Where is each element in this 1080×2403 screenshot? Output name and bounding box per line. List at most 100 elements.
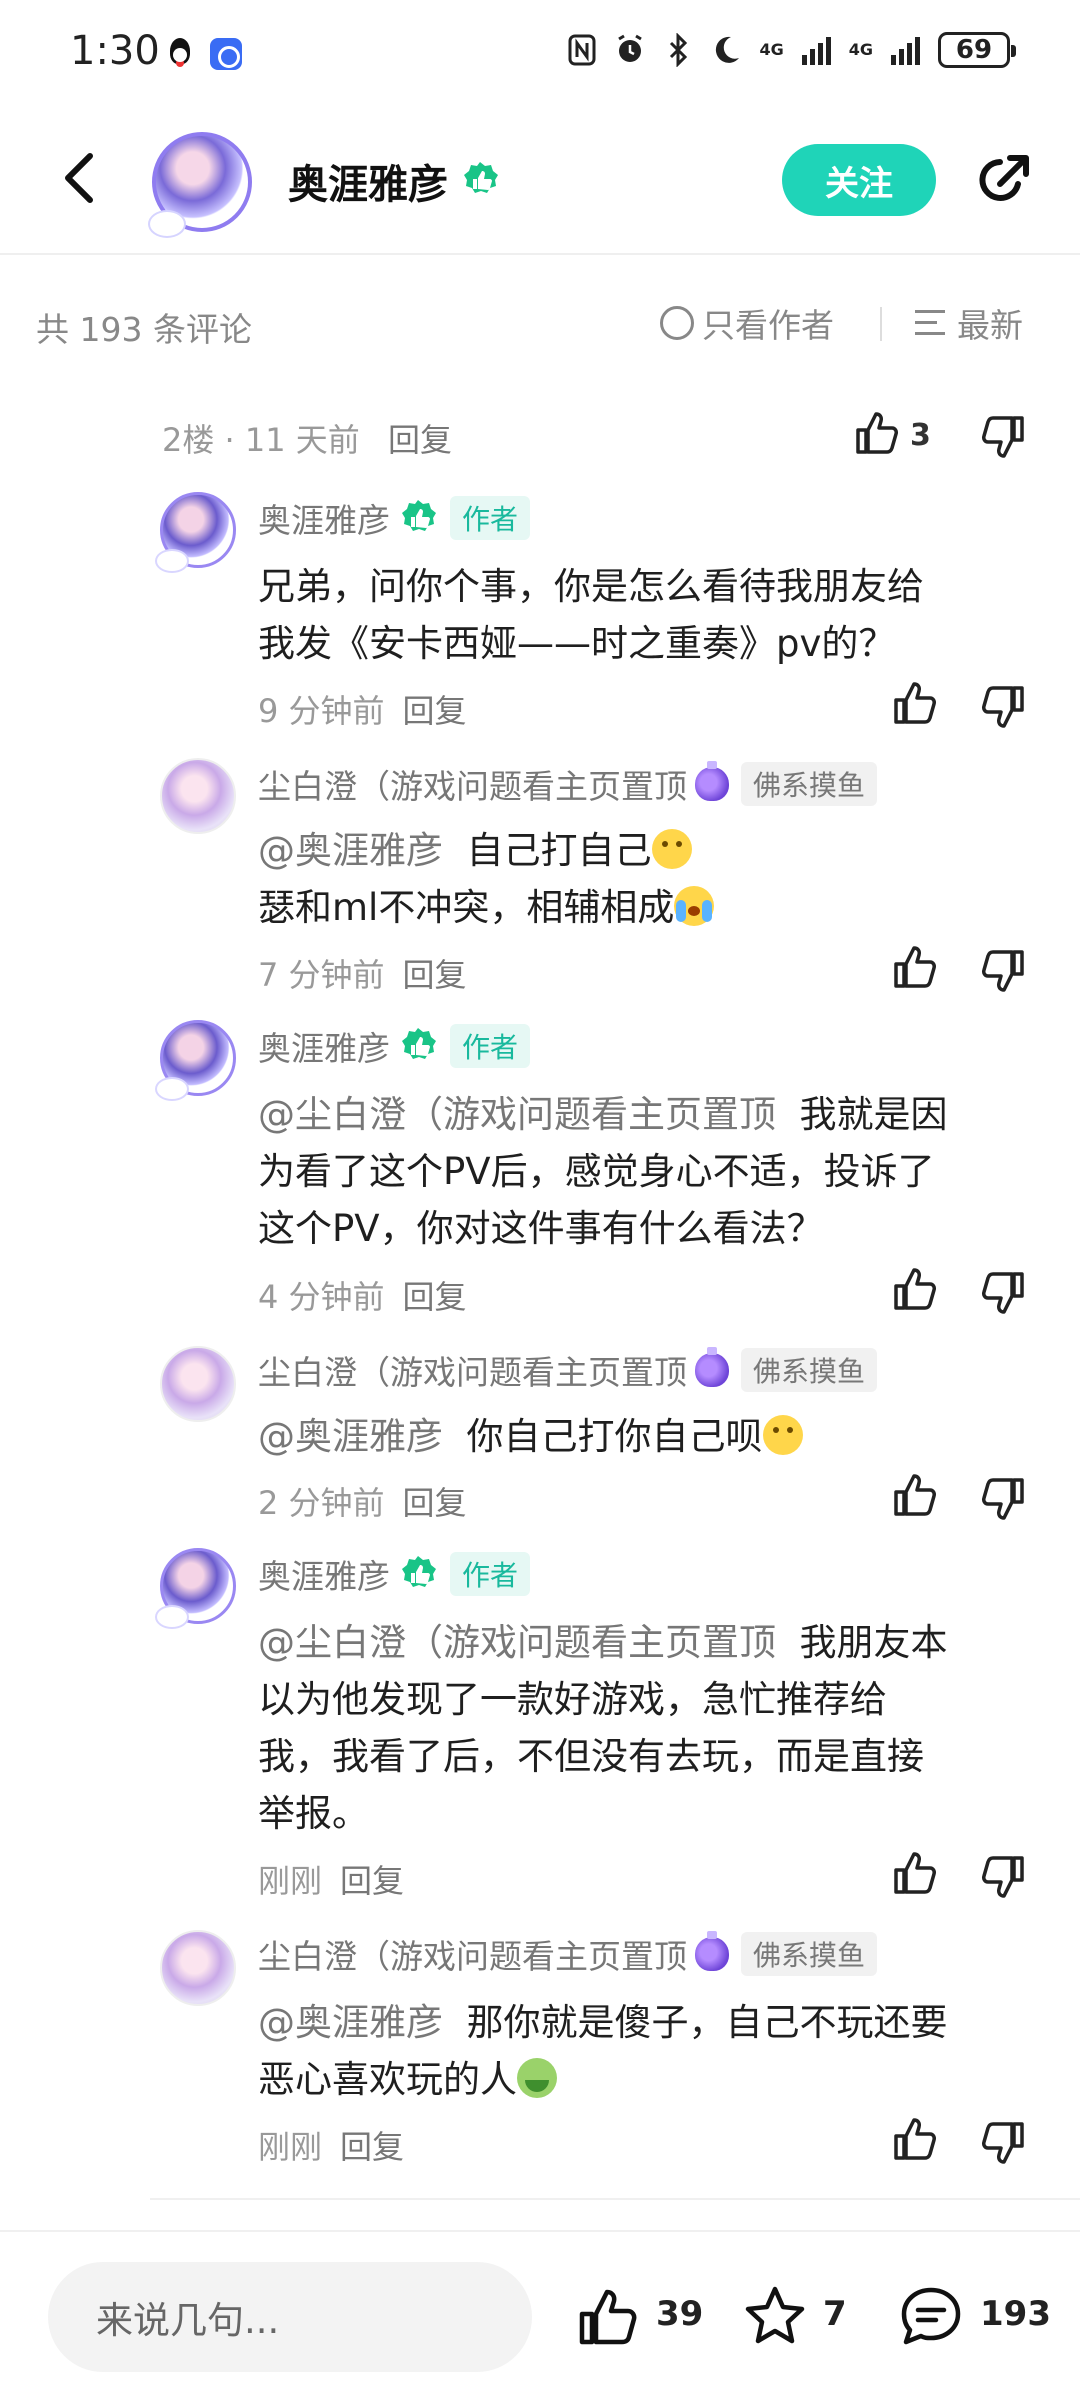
mention[interactable]: @奥涯雅彦 [258, 829, 443, 872]
comment-input[interactable]: 来说几句... [48, 2262, 532, 2372]
reply-author-name[interactable]: 尘白澄（游戏问题看主页置顶 [258, 1346, 687, 1394]
reply-avatar[interactable] [155, 1548, 236, 1629]
like-icon[interactable] [890, 1848, 940, 1898]
reply-text: @奥涯雅彦 那你就是傻子，自己不玩还要 恶心喜欢玩的人 [258, 1994, 1038, 2108]
like-count: 3 [910, 418, 931, 453]
reply-avatar[interactable] [160, 1930, 236, 2006]
reply-button[interactable]: 回复 [403, 1278, 467, 1316]
like-icon[interactable] [574, 2284, 640, 2350]
user-badge: 佛系摸鱼 [741, 762, 878, 806]
reply-button[interactable]: 回复 [388, 421, 452, 459]
meta-separator: · [224, 421, 235, 459]
reply-author-name[interactable]: 奥涯雅彦 [258, 1550, 390, 1598]
user-badge: 佛系摸鱼 [741, 1932, 878, 1976]
header: 奥涯雅彦 关注 [0, 110, 1080, 255]
like-icon[interactable] [890, 678, 940, 728]
mention[interactable]: @尘白澄（游戏问题看主页置顶 [258, 1621, 776, 1664]
dislike-icon[interactable] [978, 1268, 1028, 1318]
reply-avatar[interactable] [160, 1346, 236, 1422]
battery-icon: 69 [938, 32, 1016, 68]
list-divider [150, 2198, 1080, 2200]
reply-time: 刚刚 [258, 1862, 323, 1900]
dislike-icon[interactable] [978, 1852, 1028, 1902]
reply-text-line: 那你就是傻子，自己不玩还要 [466, 2001, 948, 2044]
dislike-icon[interactable] [978, 2118, 1028, 2168]
reply-text-line: 我就是因 [799, 1093, 948, 1136]
reply-author-name[interactable]: 奥涯雅彦 [258, 1022, 390, 1070]
reply-header: 尘白澄（游戏问题看主页置顶 佛系摸鱼 [258, 760, 878, 808]
star-icon[interactable] [742, 2284, 808, 2350]
like-icon[interactable] [890, 1470, 940, 1520]
reply-avatar[interactable] [155, 1020, 236, 1101]
comment-count-label: 共 193 条评论 [36, 310, 252, 349]
radio-icon [660, 306, 694, 340]
reply-button[interactable]: 回复 [403, 1484, 467, 1522]
alarm-icon [618, 34, 643, 62]
nfc-icon [568, 34, 596, 66]
reply-text-line: 为看了这个PV后，感觉身心不适，投诉了 [258, 1150, 935, 1193]
follow-button[interactable]: 关注 [782, 144, 936, 216]
reply-text-line: 这个PV，你对这件事有什么看法？ [258, 1207, 824, 1250]
reply-header: 尘白澄（游戏问题看主页置顶 佛系摸鱼 [258, 1930, 878, 1978]
reply-avatar[interactable] [155, 492, 236, 573]
only-author-toggle[interactable]: 只看作者 [660, 299, 834, 347]
reply-text: @尘白澄（游戏问题看主页置顶 我就是因 为看了这个PV后，感觉身心不适，投诉了 … [258, 1086, 1038, 1257]
reply-author-name[interactable]: 尘白澄（游戏问题看主页置顶 [258, 760, 687, 808]
back-arrow-icon[interactable] [52, 148, 112, 208]
user-badge: 佛系摸鱼 [741, 1348, 878, 1392]
sort-newest-button[interactable]: 最新 [915, 299, 1023, 347]
comment-total: 193 [980, 2294, 1051, 2334]
sort-icon [915, 308, 949, 338]
verified-badge-icon [402, 1028, 436, 1059]
reply-avatar[interactable] [160, 758, 236, 834]
mention[interactable]: @奥涯雅彦 [258, 2001, 443, 2044]
reply-header: 奥涯雅彦 作者 [258, 1022, 531, 1070]
reply-text: @尘白澄（游戏问题看主页置顶 我朋友本 以为他发现了一款好游戏，急忙推荐给 我，… [258, 1614, 1038, 1842]
reply-text: @奥涯雅彦 自己打自己 瑟和ml不冲突，相辅相成 [258, 822, 1038, 936]
like-icon[interactable] [890, 942, 940, 992]
smile-emoji-icon [762, 1415, 803, 1455]
reply-button[interactable]: 回复 [403, 956, 467, 994]
mention[interactable]: @尘白澄（游戏问题看主页置顶 [258, 1093, 776, 1136]
smile-emoji-icon [651, 829, 692, 869]
reply-text-line: 以为他发现了一款好游戏，急忙推荐给 [258, 1678, 887, 1721]
do-not-disturb-icon [716, 36, 740, 63]
reply-button[interactable]: 回复 [340, 2128, 404, 2166]
comment-filter-bar: 共 193 条评论 只看作者 最新 [0, 257, 1080, 392]
star-total: 7 [823, 2294, 847, 2334]
reply-header: 尘白澄（游戏问题看主页置顶 佛系摸鱼 [258, 1346, 878, 1394]
qq-icon [164, 38, 196, 70]
status-icons: 4G 4G 69 [567, 32, 1016, 68]
reply-button[interactable]: 回复 [403, 692, 467, 730]
like-icon[interactable] [890, 2114, 940, 2164]
like-total: 39 [656, 2294, 704, 2334]
reply-button[interactable]: 回复 [340, 1862, 404, 1900]
reply-author-name[interactable]: 奥涯雅彦 [258, 494, 390, 542]
filter-divider [880, 307, 882, 341]
reply-header: 奥涯雅彦 作者 [258, 1550, 531, 1598]
comment-time: 11 天前 [244, 421, 360, 459]
floor-number: 2楼 [162, 421, 215, 459]
cry-emoji-icon [674, 886, 715, 926]
comment-icon[interactable] [898, 2284, 964, 2350]
share-icon[interactable] [970, 150, 1034, 214]
only-author-label: 只看作者 [702, 306, 834, 345]
author-avatar[interactable] [148, 132, 252, 238]
author-name[interactable]: 奥涯雅彦 [288, 152, 448, 210]
author-tag: 作者 [450, 1552, 531, 1596]
mention[interactable]: @奥涯雅彦 [258, 1415, 443, 1458]
dislike-icon[interactable] [978, 682, 1028, 732]
sick-emoji-icon [517, 2058, 557, 2098]
like-icon[interactable] [890, 1264, 940, 1314]
reply-text-line: 举报。 [258, 1792, 369, 1835]
signal-icon-2 [891, 35, 920, 65]
like-icon[interactable] [852, 408, 902, 458]
network-type-2: 4G [848, 40, 873, 59]
verified-badge-icon [402, 500, 436, 531]
battery-level: 69 [955, 35, 993, 65]
dislike-icon[interactable] [978, 1474, 1028, 1524]
dislike-icon[interactable] [978, 946, 1028, 996]
reply-author-name[interactable]: 尘白澄（游戏问题看主页置顶 [258, 1930, 687, 1978]
potion-badge-icon [695, 1347, 729, 1387]
dislike-icon[interactable] [978, 412, 1028, 462]
